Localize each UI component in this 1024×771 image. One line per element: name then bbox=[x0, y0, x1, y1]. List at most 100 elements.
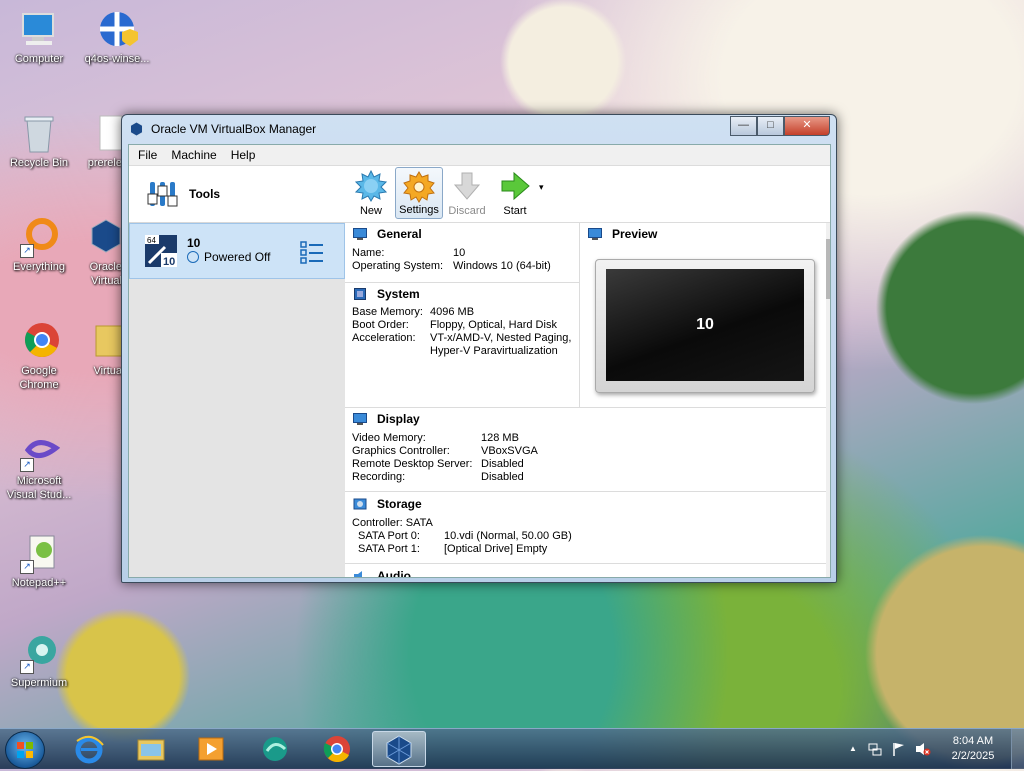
machine-details: General Name: 10 Operating System: Windows… bbox=[345, 223, 830, 577]
clock-time: 8:04 AM bbox=[952, 735, 994, 747]
desktop-icon-everything[interactable]: ↗ Everything bbox=[4, 216, 74, 274]
settings-label: Settings bbox=[399, 204, 439, 216]
desktop-icon-chrome[interactable]: Google Chrome bbox=[4, 320, 74, 392]
prop-value: [Optical Drive] Empty bbox=[444, 543, 548, 555]
storage-controller: Controller: SATA bbox=[352, 517, 433, 529]
storage-title: Storage bbox=[377, 497, 422, 511]
desktop-icon-virtual-folder[interactable]: Virtua bbox=[80, 320, 122, 378]
internet-explorer-icon bbox=[73, 733, 105, 765]
taskbar-file-explorer[interactable] bbox=[124, 731, 178, 767]
display-properties: Video Memory: 128 MB Graphics Controller:… bbox=[345, 432, 826, 484]
prop-key: SATA Port 0: bbox=[358, 530, 420, 542]
desktop-icon-prerelease[interactable]: prerele bbox=[80, 112, 122, 170]
close-button[interactable]: ✕ bbox=[784, 116, 830, 136]
taskbar-chrome[interactable] bbox=[310, 731, 364, 767]
edge-icon bbox=[259, 733, 291, 765]
taskbar-media-player[interactable] bbox=[184, 731, 238, 767]
title-bar[interactable]: Oracle VM VirtualBox Manager — □ ✕ bbox=[122, 115, 836, 143]
shortcut-arrow-icon: ↗ bbox=[20, 560, 34, 574]
vm-state: Powered Off bbox=[187, 250, 270, 264]
desktop-icon-visual-studio[interactable]: ↗ Microsoft Visual Stud... bbox=[4, 430, 74, 502]
taskbar-virtualbox[interactable] bbox=[372, 731, 426, 767]
virtualbox-icon bbox=[80, 216, 122, 258]
preview-header[interactable]: Preview bbox=[580, 223, 826, 245]
start-dropdown-arrow[interactable]: ▾ bbox=[539, 172, 551, 202]
prop-key: Remote Desktop Server: bbox=[352, 458, 473, 470]
desktop-icon-oracle-virtualbox[interactable]: Oracle Virtual bbox=[80, 216, 122, 288]
preview-title: Preview bbox=[612, 227, 658, 241]
tools-label: Tools bbox=[189, 187, 221, 201]
prop-row: Graphics Controller: VBoxSVGA bbox=[352, 445, 826, 458]
preview-screen: 10 bbox=[606, 269, 804, 381]
discard-button[interactable]: Discard bbox=[443, 167, 491, 219]
minimize-button[interactable]: — bbox=[730, 116, 757, 136]
menu-bar: File Machine Help bbox=[129, 145, 830, 166]
installer-icon bbox=[96, 8, 138, 50]
prop-value: VBoxSVGA bbox=[481, 445, 538, 457]
settings-button[interactable]: Settings bbox=[395, 167, 443, 219]
system-section: System Base Memory: 4096 MB Boot Order: Fl… bbox=[345, 283, 579, 358]
taskbar-edge[interactable] bbox=[248, 731, 302, 767]
new-button[interactable]: New bbox=[347, 167, 395, 219]
prop-key: Boot Order: bbox=[352, 319, 409, 331]
desktop-icon-label: prerele bbox=[87, 157, 122, 169]
visual-studio-icon: ↗ bbox=[18, 430, 61, 472]
taskbar-internet-explorer[interactable] bbox=[62, 731, 116, 767]
general-header[interactable]: General bbox=[345, 223, 579, 245]
window-client-area: File Machine Help Tools 64 10 10 Powered … bbox=[128, 144, 831, 578]
virtualbox-icon bbox=[129, 121, 144, 137]
prop-row: Operating System: Windows 10 (64-bit) bbox=[352, 260, 579, 273]
menu-file[interactable]: File bbox=[131, 148, 164, 162]
chrome-icon bbox=[18, 320, 60, 362]
details-scrollbar[interactable] bbox=[826, 223, 830, 577]
vm-tools-menu-icon[interactable] bbox=[300, 240, 324, 264]
menu-machine[interactable]: Machine bbox=[164, 148, 223, 162]
desktop-icon-q4os[interactable]: q4os-winse... bbox=[82, 8, 152, 66]
desktop-icon-computer[interactable]: Computer bbox=[4, 8, 74, 66]
desktop-icon-recycle-bin[interactable]: Recycle Bin bbox=[4, 112, 74, 170]
action-center-flag-icon[interactable] bbox=[891, 741, 907, 757]
machine-list-pane: Tools 64 10 10 Powered Off bbox=[129, 166, 346, 577]
show-desktop-button[interactable] bbox=[1011, 729, 1024, 769]
everything-search-icon: ↗ bbox=[18, 216, 60, 258]
prop-key: Acceleration: bbox=[352, 332, 416, 344]
computer-icon bbox=[18, 8, 60, 50]
start-button[interactable]: Start bbox=[491, 167, 539, 219]
prop-row: SATA Port 0: 10.vdi (Normal, 50.00 GB) bbox=[352, 530, 826, 543]
audio-header[interactable]: Audio bbox=[345, 565, 826, 577]
scrollbar-thumb[interactable] bbox=[826, 239, 830, 299]
system-header[interactable]: System bbox=[345, 283, 579, 305]
prop-value: Floppy, Optical, Hard Disk bbox=[430, 319, 557, 331]
desktop-icon-notepadpp[interactable]: ↗ Notepad++ bbox=[4, 532, 74, 590]
vm-list-item[interactable]: 64 10 10 Powered Off bbox=[129, 223, 345, 279]
prop-key: Name: bbox=[352, 247, 385, 259]
prop-value: 10 bbox=[453, 247, 466, 259]
prop-key: Graphics Controller: bbox=[352, 445, 450, 457]
preview-thumbnail: 10 bbox=[595, 259, 815, 393]
storage-header[interactable]: Storage bbox=[345, 493, 826, 515]
show-hidden-icons-button[interactable]: ▲ bbox=[845, 741, 861, 757]
desktop-icon-label: Google Chrome bbox=[19, 365, 59, 391]
prop-row: Boot Order: Floppy, Optical, Hard Disk bbox=[352, 319, 579, 332]
tools-item[interactable]: Tools bbox=[129, 166, 345, 223]
prop-row: Hyper-V Paravirtualization bbox=[352, 345, 579, 358]
menu-help[interactable]: Help bbox=[224, 148, 263, 162]
tools-icon bbox=[147, 178, 179, 210]
divider bbox=[345, 563, 826, 564]
start-button[interactable] bbox=[5, 731, 45, 769]
clock[interactable]: 8:04 AM 2/2/2025 bbox=[943, 734, 1003, 764]
display-header[interactable]: Display bbox=[345, 408, 826, 430]
volume-muted-icon[interactable] bbox=[915, 741, 931, 757]
system-properties: Base Memory: 4096 MB Boot Order: Floppy, O… bbox=[345, 306, 579, 358]
desktop-icon-supermium[interactable]: ↗ Supermium bbox=[4, 632, 74, 690]
network-icon[interactable] bbox=[867, 741, 883, 757]
window-title: Oracle VM VirtualBox Manager bbox=[151, 122, 317, 136]
maximize-button[interactable]: □ bbox=[757, 116, 784, 136]
speaker-icon bbox=[353, 570, 367, 577]
desktop-icon-label: Microsoft Visual Stud... bbox=[6, 475, 72, 501]
discard-arrow-icon bbox=[451, 170, 483, 202]
prop-value: Hyper-V Paravirtualization bbox=[430, 345, 558, 357]
prop-value: 4096 MB bbox=[430, 306, 475, 318]
gear-icon bbox=[403, 171, 435, 203]
prop-value: VT-x/AMD-V, Nested Paging, bbox=[430, 332, 572, 344]
